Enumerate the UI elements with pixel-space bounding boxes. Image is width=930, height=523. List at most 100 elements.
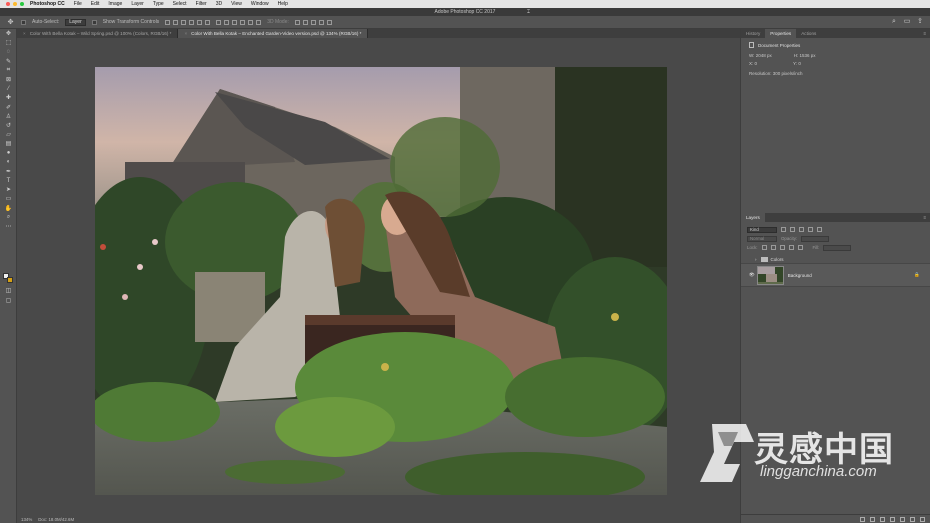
menu-filter[interactable]: Filter [196, 1, 207, 7]
kind-filter-dropdown[interactable]: Kind [747, 226, 777, 233]
auto-select-checkbox[interactable] [21, 19, 26, 25]
eye-icon[interactable]: 👁 [749, 272, 755, 278]
menu-window[interactable]: Window [251, 1, 269, 7]
quick-select-tool-icon[interactable]: ✎ [0, 57, 17, 66]
tab-enchanted-garden[interactable]: × Color With Bella Kotak – Enchanted Gard… [178, 29, 369, 38]
menu-edit[interactable]: Edit [91, 1, 100, 7]
distribute-top-icon[interactable] [216, 19, 222, 25]
close-icon[interactable]: × [23, 31, 26, 36]
lock-artboard-icon[interactable] [788, 245, 794, 250]
move-tool-icon[interactable]: ✥ [6, 18, 15, 27]
align-top-icon[interactable] [165, 19, 171, 25]
close-window-button[interactable] [6, 2, 10, 6]
marquee-tool-icon[interactable]: ⬚ [0, 38, 17, 47]
document-photo[interactable] [95, 67, 667, 495]
type-tool-icon[interactable]: T [0, 176, 17, 185]
distribute-bottom-icon[interactable] [232, 19, 238, 25]
x-field[interactable]: X: 0 [749, 61, 757, 66]
panel-menu-icon[interactable]: ≡ [923, 29, 926, 38]
align-middle-icon[interactable] [173, 19, 179, 25]
menu-type[interactable]: Type [153, 1, 164, 7]
delete-layer-icon[interactable] [920, 516, 925, 522]
tab-wild-spring[interactable]: × Color With Bella Kotak – Wild Spring.ps… [17, 29, 179, 38]
lock-pixels-icon[interactable] [761, 245, 767, 250]
clone-stamp-tool-icon[interactable]: ♙ [0, 112, 17, 121]
lock-icon[interactable]: 🔒 [914, 272, 920, 278]
panel-menu-icon[interactable]: ≡ [923, 213, 926, 222]
align-center-icon[interactable] [197, 19, 203, 25]
background-color-swatch[interactable] [7, 277, 13, 283]
menu-3d[interactable]: 3D [216, 1, 222, 7]
healing-brush-tool-icon[interactable]: ✚ [0, 93, 17, 102]
tab-actions[interactable]: Actions [796, 29, 821, 38]
screen-mode-icon[interactable]: ▢ [0, 296, 17, 305]
link-layers-icon[interactable] [860, 516, 865, 522]
auto-select-dropdown[interactable]: Layer [65, 18, 86, 26]
eraser-tool-icon[interactable]: ▱ [0, 130, 17, 139]
lock-all-icon[interactable] [797, 245, 803, 250]
doc-size-info[interactable]: Doc: 18.0M/42.6M [38, 516, 74, 523]
zoom-tool-icon[interactable]: ⌕ [0, 213, 17, 222]
adjustment-filter-icon[interactable] [790, 227, 795, 232]
menu-help[interactable]: Help [278, 1, 288, 7]
shape-tool-icon[interactable]: ▭ [0, 194, 17, 203]
menu-file[interactable]: File [74, 1, 82, 7]
align-bottom-icon[interactable] [181, 19, 187, 25]
crop-tool-icon[interactable]: ⌗ [0, 66, 17, 75]
add-mask-icon[interactable] [880, 516, 885, 522]
smart-object-filter-icon[interactable] [817, 227, 822, 232]
brush-tool-icon[interactable]: ✐ [0, 103, 17, 112]
zoom-level[interactable]: 134% [21, 516, 32, 523]
history-brush-tool-icon[interactable]: ↺ [0, 121, 17, 130]
more-tools-icon[interactable]: ⋯ [0, 222, 17, 231]
shape-filter-icon[interactable] [808, 227, 813, 232]
transform-controls-checkbox[interactable] [91, 19, 97, 25]
distribute-right-icon[interactable] [256, 19, 262, 25]
path-selection-tool-icon[interactable]: ➤ [0, 185, 17, 194]
search-icon[interactable]: ⌕ [890, 18, 898, 26]
height-field[interactable]: H: 1536 px [794, 53, 816, 58]
new-group-icon[interactable] [900, 516, 905, 522]
menu-view[interactable]: View [231, 1, 242, 7]
blur-tool-icon[interactable]: ● [0, 148, 17, 157]
layer-group-colors[interactable]: › Colors [741, 255, 930, 264]
close-icon[interactable]: × [184, 31, 187, 36]
frame-tool-icon[interactable]: ⊠ [0, 75, 17, 84]
tab-layers[interactable]: Layers [741, 213, 765, 222]
distribute-middle-icon[interactable] [224, 19, 230, 25]
lasso-tool-icon[interactable]: ◌ [0, 47, 17, 56]
align-right-icon[interactable] [205, 19, 211, 25]
slide-3d-icon[interactable] [318, 19, 324, 25]
move-tool-icon[interactable]: ✥ [0, 29, 17, 38]
orbit-3d-icon[interactable] [294, 19, 300, 25]
blend-mode-dropdown[interactable]: Normal [747, 235, 777, 242]
y-field[interactable]: Y: 0 [793, 61, 801, 66]
tab-properties[interactable]: Properties [765, 29, 797, 38]
layer-background[interactable]: 👁 Background 🔒 [741, 264, 930, 287]
lock-paint-icon[interactable] [770, 245, 776, 250]
type-filter-icon[interactable] [799, 227, 804, 232]
layer-style-icon[interactable] [870, 516, 875, 522]
fill-field[interactable] [823, 244, 852, 251]
eyedropper-tool-icon[interactable]: ⁄ [0, 84, 17, 93]
menu-image[interactable]: Image [108, 1, 122, 7]
tab-history[interactable]: History [741, 29, 765, 38]
distribute-center-icon[interactable] [248, 19, 254, 25]
zoom-window-button[interactable] [20, 2, 24, 6]
pen-tool-icon[interactable]: ✒ [0, 167, 17, 176]
new-layer-icon[interactable] [910, 516, 915, 522]
expand-chevron-icon[interactable]: › [755, 257, 757, 262]
pan-3d-icon[interactable] [310, 19, 316, 25]
quick-mask-icon[interactable]: ◫ [0, 286, 17, 295]
roll-3d-icon[interactable] [302, 19, 308, 25]
width-field[interactable]: W: 2048 px [749, 53, 772, 58]
lock-position-icon[interactable] [779, 245, 785, 250]
dodge-tool-icon[interactable]: ◐ [0, 158, 17, 167]
align-left-icon[interactable] [189, 19, 195, 25]
hand-tool-icon[interactable]: ✋ [0, 204, 17, 213]
gradient-tool-icon[interactable]: ▤ [0, 139, 17, 148]
menu-layer[interactable]: Layer [131, 1, 144, 7]
share-icon[interactable]: ⇪ [916, 18, 924, 26]
distribute-left-icon[interactable] [240, 19, 246, 25]
pixel-filter-icon[interactable] [781, 227, 786, 232]
